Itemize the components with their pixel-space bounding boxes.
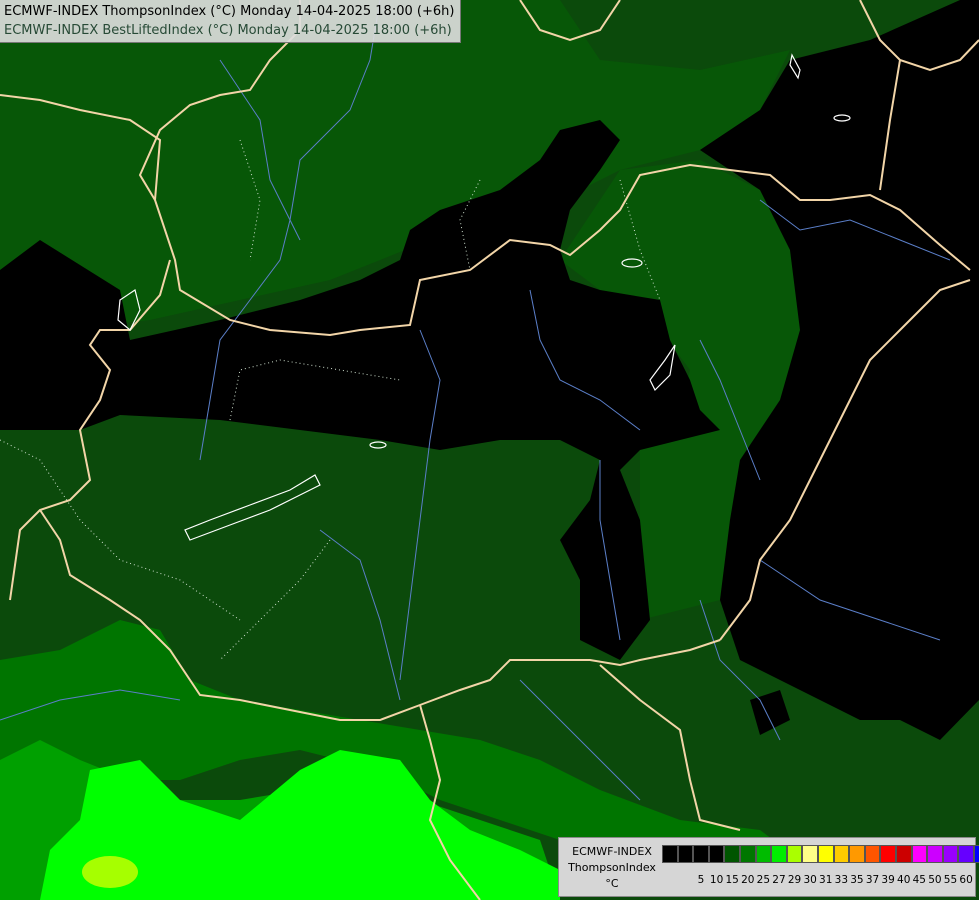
legend-tick-label: 25 [756, 874, 771, 886]
legend-swatch [755, 845, 772, 863]
legend-swatch [927, 845, 943, 863]
title-best-lifted-index: ECMWF-INDEX BestLiftedIndex (°C) Monday … [4, 23, 452, 38]
legend-tick-label: 60 [959, 874, 973, 886]
legend-swatch [662, 845, 678, 863]
legend-tick-label: 33 [834, 874, 849, 886]
title-thompson-index: ECMWF-INDEX ThompsonIndex (°C) Monday 14… [4, 4, 455, 19]
legend-swatch [958, 845, 974, 863]
legend-tick-label: 40 [897, 874, 911, 886]
legend-tick-label: 45 [912, 874, 926, 886]
legend-swatch [802, 845, 818, 863]
legend-source: ECMWF-INDEX [572, 845, 652, 858]
legend-swatch [833, 845, 850, 863]
legend-tick-label: 29 [787, 874, 802, 886]
legend-tick-label: 31 [819, 874, 833, 886]
legend-tick-label: 30 [803, 874, 817, 886]
legend-tick-label: 15 [725, 874, 739, 886]
legend-tick-label: 39 [881, 874, 895, 886]
legend-swatch [864, 845, 881, 863]
legend-swatches [662, 845, 979, 863]
legend-tick-label: 10 [709, 874, 724, 886]
legend-variable: ThompsonIndex [568, 861, 656, 874]
legend-swatch [724, 845, 740, 863]
legend-swatch [708, 845, 725, 863]
legend-tick-label: 55 [943, 874, 958, 886]
legend-swatch [973, 845, 979, 863]
legend-swatch [849, 845, 865, 863]
legend-tick-label: 37 [865, 874, 880, 886]
legend-unit: °C [605, 877, 619, 890]
legend-swatch [693, 845, 709, 863]
color-legend: ECMWF-INDEX ThompsonIndex °C 5 10 15 20 25 27… [558, 837, 979, 897]
legend-swatch [771, 845, 787, 863]
legend-swatch [817, 845, 834, 863]
map-title-box: ECMWF-INDEX ThompsonIndex (°C) Monday 14… [0, 0, 462, 43]
legend-swatch [880, 845, 896, 863]
legend-tick-label: 5 [697, 874, 705, 886]
forecast-map [0, 0, 979, 900]
legend-tick-label: 50 [928, 874, 942, 886]
legend-tick-label: 20 [741, 874, 755, 886]
legend-swatch [739, 845, 756, 863]
legend-swatch [895, 845, 912, 863]
legend-swatch [911, 845, 928, 863]
legend-swatch [786, 845, 803, 863]
legend-tick-label: 27 [772, 874, 786, 886]
legend-swatch [677, 845, 694, 863]
yellow-green-patch [82, 856, 138, 888]
legend-tick-label: 35 [850, 874, 864, 886]
legend-tick-spacer [662, 874, 678, 886]
legend-swatch [942, 845, 959, 863]
legend-ticks: 5 10 15 20 25 27 29 30 31 33 35 37 39 40 45 50 55 60 [662, 874, 974, 886]
legend-tick-spacer [678, 874, 694, 886]
